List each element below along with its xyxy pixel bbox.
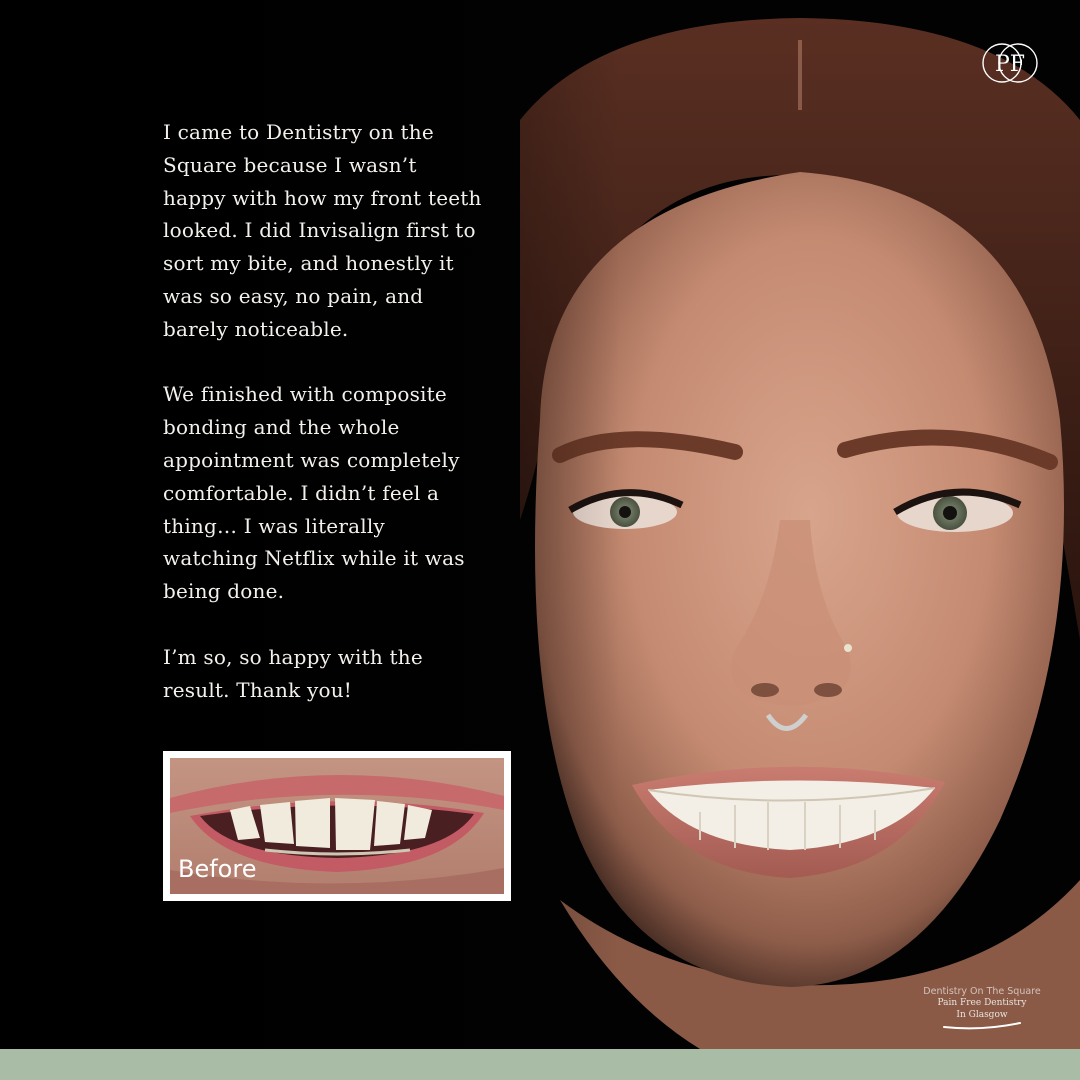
testimonial-post: I came to Dentistry on the Square becaus… xyxy=(0,0,1080,1080)
watermark-brand: Dentistry On The Square xyxy=(923,986,1041,997)
before-label: Before xyxy=(178,855,257,883)
before-photo: Before xyxy=(163,751,511,901)
clinic-watermark: Dentistry On The Square Pain Free Dentis… xyxy=(912,986,1052,1031)
logo-monogram-text: PF xyxy=(995,52,1025,77)
testimonial-paragraph: I’m so, so happy with the result. Thank … xyxy=(163,644,423,702)
watermark-tagline-location: In Glasgow xyxy=(956,1010,1008,1020)
testimonial-paragraph: I came to Dentistry on the Square becaus… xyxy=(163,120,482,341)
brand-monogram-logo: PF xyxy=(982,43,1038,83)
swoosh-icon xyxy=(943,1022,1021,1030)
watermark-tagline: Pain Free Dentistry xyxy=(937,998,1027,1008)
testimonial-paragraph: We finished with composite bonding and t… xyxy=(163,382,465,604)
bottom-accent-bar xyxy=(0,1049,1080,1080)
patient-portrait xyxy=(0,0,1080,1080)
testimonial-text: I came to Dentistry on the Square becaus… xyxy=(163,116,483,706)
